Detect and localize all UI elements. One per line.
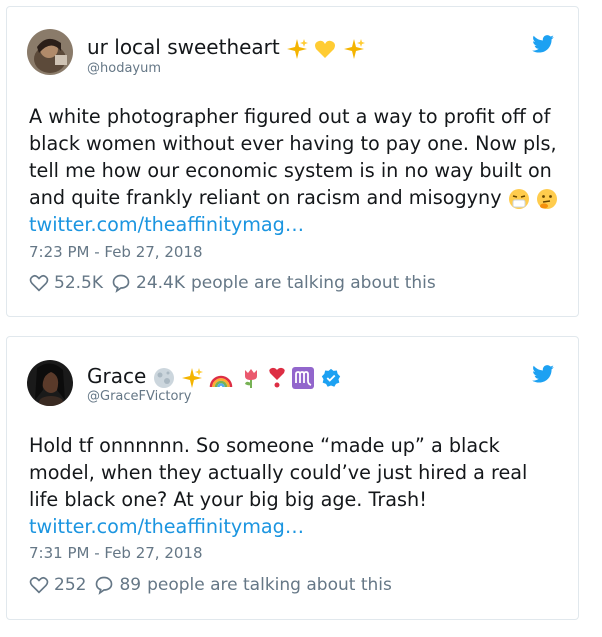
tweet-text: Hold tf onnnnnn. So someone “made up” a … <box>29 434 528 511</box>
sneezing-face-icon <box>508 188 529 209</box>
tweet-stats: 252 89 people are talking about this <box>29 575 392 595</box>
tulip-icon <box>244 368 257 388</box>
tweet-card[interactable]: Grace @GraceFVictory Hold tf onnnnnn. So… <box>6 336 579 620</box>
virgo-icon <box>292 366 315 389</box>
tweet-stats: 52.5K 24.4K people are talking about thi… <box>29 273 436 293</box>
avatar[interactable] <box>27 29 73 75</box>
display-name-row[interactable]: ur local sweetheart <box>87 35 365 60</box>
tweet-text-block: Hold tf onnnnnn. So someone “made up” a … <box>29 432 559 540</box>
tweet-card[interactable]: ur local sweetheart @hodayum A white pho… <box>6 6 579 317</box>
display-name[interactable]: ur local sweetheart <box>87 35 280 59</box>
twitter-bird-icon[interactable] <box>532 35 554 53</box>
reply-count: 24.4K <box>136 273 185 293</box>
reply-count: 89 <box>119 575 142 595</box>
like-count: 252 <box>54 575 87 595</box>
sparkles-icon <box>343 38 365 59</box>
heart-icon[interactable] <box>29 576 49 594</box>
display-name[interactable]: Grace <box>87 364 146 388</box>
display-name-row[interactable]: Grace <box>87 364 341 389</box>
reply-bubble-icon[interactable] <box>111 273 131 293</box>
verified-badge-icon <box>321 368 340 387</box>
reply-bubble-icon[interactable] <box>94 575 114 595</box>
thinking-face-icon <box>536 188 557 209</box>
user-handle[interactable]: @GraceFVictory <box>87 389 191 404</box>
full-moon-icon <box>153 367 174 388</box>
tweet-text: A white photographer figured out a way t… <box>29 105 557 209</box>
timestamp[interactable]: 7:31 PM - Feb 27, 2018 <box>29 544 203 562</box>
talking-label[interactable]: people are talking about this <box>147 575 392 595</box>
user-handle[interactable]: @hodayum <box>87 61 161 76</box>
yellow-heart-icon <box>315 40 336 58</box>
avatar[interactable] <box>27 360 73 406</box>
twitter-bird-icon[interactable] <box>532 365 554 383</box>
heart-exclamation-icon <box>269 367 285 387</box>
tweet-text-block: A white photographer figured out a way t… <box>29 103 559 238</box>
tweet-link[interactable]: twitter.com/theaffinitymag… <box>29 213 304 236</box>
heart-icon[interactable] <box>29 274 49 292</box>
talking-label[interactable]: people are talking about this <box>191 273 436 293</box>
like-count: 52.5K <box>54 273 103 293</box>
rainbow-icon <box>210 375 233 387</box>
sparkles-icon <box>287 38 309 59</box>
tweet-link[interactable]: twitter.com/theaffinitymag… <box>29 515 304 538</box>
sparkles-icon <box>182 367 203 388</box>
timestamp[interactable]: 7:23 PM - Feb 27, 2018 <box>29 243 203 261</box>
